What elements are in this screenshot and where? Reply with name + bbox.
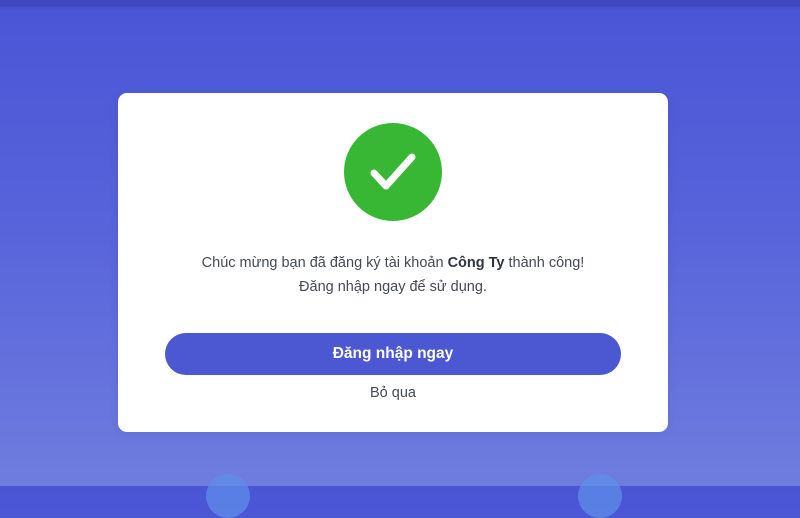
company-name: Công Ty bbox=[447, 255, 505, 271]
background-decoration-right bbox=[578, 474, 622, 518]
success-badge bbox=[344, 123, 442, 221]
background-decoration-left bbox=[206, 474, 250, 518]
success-dialog: Chúc mừng bạn đã đăng ký tài khoản Công … bbox=[118, 93, 668, 432]
message-text-after: thành công! bbox=[504, 255, 585, 271]
skip-link[interactable]: Bỏ qua bbox=[118, 383, 668, 403]
top-bar bbox=[0, 0, 800, 6]
login-now-button[interactable]: Đăng nhập ngay bbox=[165, 333, 621, 375]
message-text-before: Chúc mừng bạn đã đăng ký tài khoản bbox=[201, 255, 448, 271]
success-message: Chúc mừng bạn đã đăng ký tài khoản Công … bbox=[118, 251, 668, 299]
message-line-2: Đăng nhập ngay để sử dụng. bbox=[299, 279, 487, 295]
checkmark-icon bbox=[370, 153, 416, 190]
